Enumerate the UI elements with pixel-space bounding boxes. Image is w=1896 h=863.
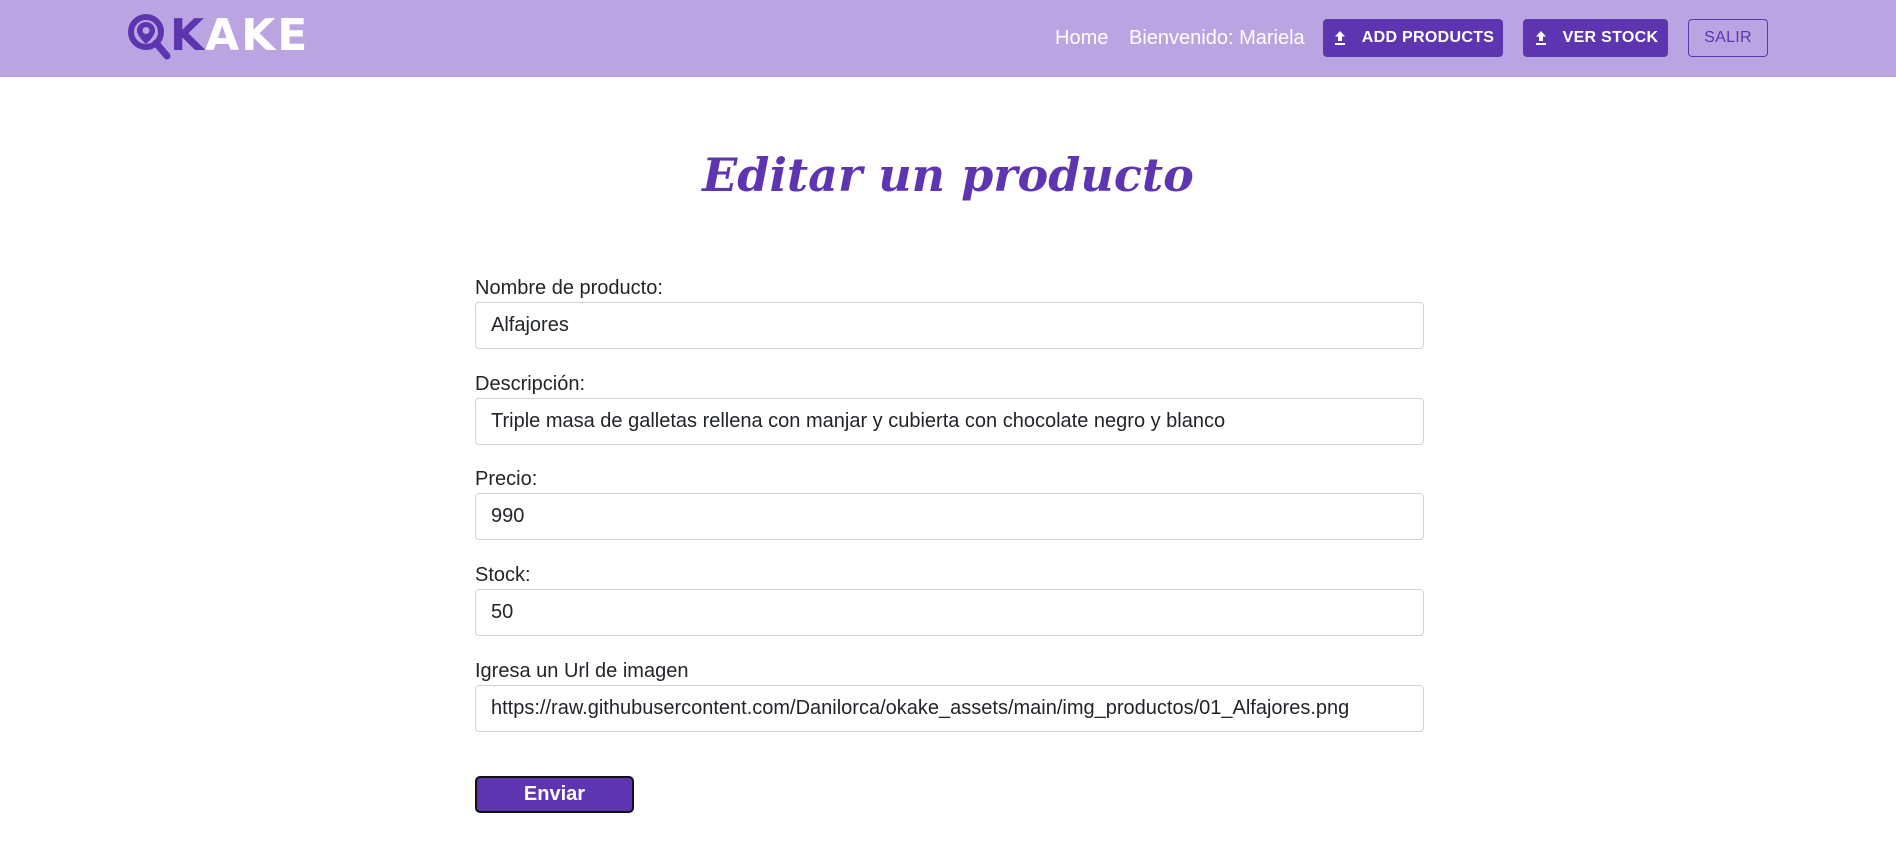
imagen-url-input[interactable]: [475, 685, 1424, 732]
brand-logo[interactable]: K AKE: [126, 12, 309, 60]
upload-icon: [1334, 31, 1345, 45]
enviar-button[interactable]: Enviar: [475, 776, 634, 813]
salir-label: SALIR: [1704, 29, 1752, 46]
add-products-label: ADD PRODUCTS: [1361, 29, 1495, 46]
top-navbar: K AKE Home Bienvenido: Mariela ADD PRODU…: [0, 0, 1896, 77]
map-pin-magnifier-icon: [128, 14, 171, 60]
stock-label: Stock:: [475, 564, 531, 586]
imagen-url-label: Igresa un Url de imagen: [475, 660, 689, 682]
descripcion-label: Descripción:: [475, 373, 586, 395]
salir-button[interactable]: SALIR: [1688, 19, 1768, 57]
nombre-input[interactable]: [475, 302, 1424, 349]
stock-input[interactable]: [475, 589, 1424, 636]
upload-icon: [1535, 31, 1546, 45]
add-products-button[interactable]: ADD PRODUCTS: [1323, 19, 1503, 57]
page-title: Editar un producto: [702, 148, 1194, 202]
welcome-user-text: Bienvenido: Mariela: [1129, 27, 1305, 49]
nombre-label: Nombre de producto:: [475, 277, 663, 299]
ver-stock-label: VER STOCK: [1562, 29, 1659, 46]
precio-label: Precio:: [475, 468, 538, 490]
logo-letter-k: K: [170, 10, 206, 61]
nav-home-link[interactable]: Home: [1055, 24, 1108, 52]
logo-letters-ake: AKE: [205, 10, 310, 61]
precio-input[interactable]: [475, 493, 1424, 540]
descripcion-input[interactable]: [475, 398, 1424, 445]
ver-stock-button[interactable]: VER STOCK: [1523, 19, 1668, 57]
